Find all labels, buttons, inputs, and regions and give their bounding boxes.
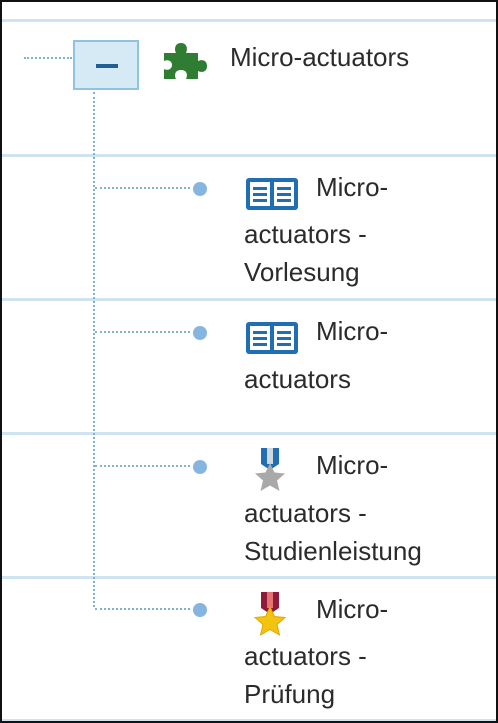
row-divider bbox=[2, 19, 496, 22]
row-divider bbox=[2, 576, 496, 579]
tree-bullet bbox=[193, 182, 207, 196]
tree-bullet bbox=[193, 603, 207, 617]
tree-node-label: Micro-actuators bbox=[230, 42, 410, 72]
tree-node-label: Micro- bbox=[316, 316, 389, 346]
connector-line bbox=[95, 331, 190, 333]
tree-node-label: Micro- bbox=[316, 450, 389, 480]
row-divider bbox=[2, 432, 496, 435]
collapse-minus-icon bbox=[96, 64, 118, 68]
tree-bullet bbox=[193, 326, 207, 340]
gold-medal-icon bbox=[246, 590, 294, 643]
connector-line-vertical bbox=[93, 92, 95, 607]
puzzle-icon bbox=[160, 39, 210, 86]
collapse-toggle-button[interactable] bbox=[73, 40, 139, 90]
tree-node-label: actuators - Vorlesung bbox=[244, 219, 367, 287]
row-divider bbox=[2, 298, 496, 301]
silver-medal-icon bbox=[246, 446, 294, 499]
book-icon bbox=[244, 174, 300, 219]
connector-line bbox=[95, 465, 190, 467]
tree-node-label: Micro- bbox=[316, 594, 389, 624]
connector-line bbox=[95, 187, 190, 189]
tree-node-label: actuators bbox=[244, 364, 351, 394]
connector-line bbox=[95, 608, 190, 610]
book-icon bbox=[244, 318, 300, 363]
tree-node-label: actuators - Studienleistung bbox=[244, 498, 422, 566]
tree-node-label: Micro- bbox=[316, 172, 389, 202]
connector-line bbox=[24, 57, 72, 59]
tree-panel: Micro-actuators Micro- actuators - Vorle… bbox=[0, 0, 498, 723]
tree-node-label: actuators - Prüfung bbox=[244, 641, 367, 709]
row-divider bbox=[2, 719, 496, 721]
tree-bullet bbox=[193, 460, 207, 474]
row-divider bbox=[2, 154, 496, 157]
